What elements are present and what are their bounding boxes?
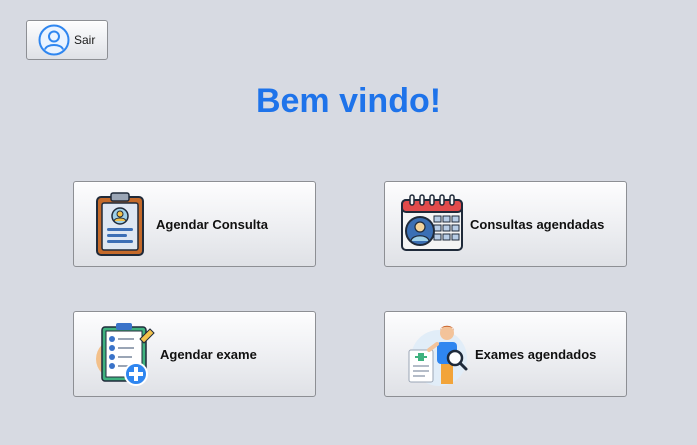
welcome-title: Bem vindo! bbox=[255, 82, 442, 120]
scheduled-exams-button[interactable]: Exames agendados bbox=[384, 311, 627, 397]
scheduled-appointments-button[interactable]: Consultas agendadas bbox=[384, 181, 627, 267]
scheduled-exams-label: Exames agendados bbox=[475, 346, 597, 362]
checklist-clipboard-plus-icon bbox=[96, 323, 155, 386]
logout-button[interactable]: Sair bbox=[26, 20, 108, 60]
calendar-user-icon bbox=[401, 194, 463, 251]
logout-label: Sair bbox=[74, 33, 96, 47]
schedule-appointment-button[interactable]: Agendar Consulta bbox=[73, 181, 316, 267]
schedule-exam-button[interactable]: Agendar exame bbox=[73, 311, 316, 397]
scheduled-appointments-label: Consultas agendadas bbox=[470, 216, 605, 232]
doctor-magnifier-icon bbox=[408, 325, 468, 386]
schedule-exam-label: Agendar exame bbox=[160, 346, 257, 362]
schedule-appointment-label: Agendar Consulta bbox=[156, 216, 268, 232]
id-card-clipboard-icon bbox=[96, 192, 144, 256]
user-circle-icon bbox=[38, 24, 70, 56]
